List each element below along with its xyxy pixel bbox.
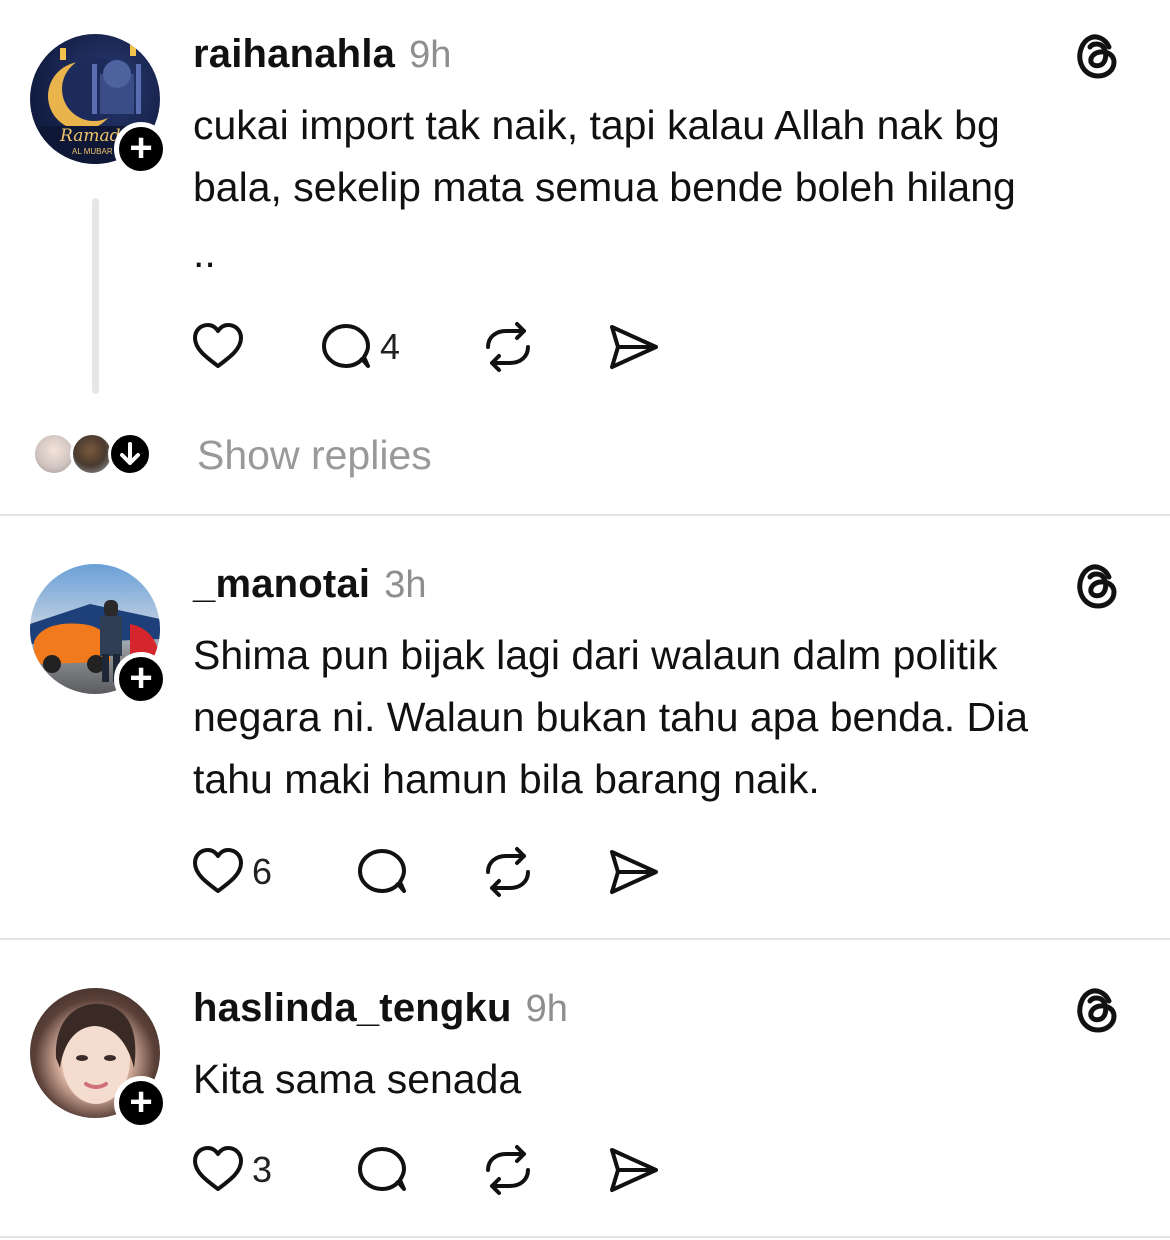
post-text-line: bala, sekelip mata semua bende boleh hil…: [193, 164, 1016, 210]
like-count: 3: [252, 1149, 273, 1190]
post-text: cukai import tak naik, tapi kalau Allah …: [193, 94, 1143, 284]
heart-icon: [193, 323, 243, 368]
avatar-text: Ramad: [60, 126, 121, 146]
show-replies-link[interactable]: Show replies: [197, 432, 432, 479]
reply-count: 4: [380, 326, 401, 367]
follow-button[interactable]: +: [114, 122, 168, 176]
username[interactable]: haslinda_tengku: [193, 986, 512, 1031]
heart-icon: [193, 1146, 243, 1191]
repost-icon: [486, 1145, 530, 1195]
post-header: raihanahla 9h: [193, 32, 451, 82]
thread-line: [92, 198, 99, 394]
avatar-container[interactable]: +: [30, 988, 168, 1130]
timestamp: 9h: [409, 34, 452, 76]
send-icon: [610, 1148, 658, 1192]
threads-logo-icon[interactable]: [1074, 984, 1120, 1034]
comment-icon: [358, 1147, 406, 1191]
share-button[interactable]: [606, 319, 662, 375]
post-header: haslinda_tengku 9h: [193, 986, 568, 1036]
repost-icon: [486, 322, 530, 372]
like-count: 6: [252, 851, 273, 892]
follow-button[interactable]: +: [114, 652, 168, 706]
avatar-subtext: AL MUBAR: [72, 147, 113, 156]
avatar-container[interactable]: Ramad AL MUBAR +: [30, 34, 168, 176]
post-text-line: negara ni. Walaun bukan tahu apa benda. …: [193, 694, 1029, 740]
like-button[interactable]: [190, 319, 246, 375]
repost-button[interactable]: [480, 319, 536, 375]
repost-button[interactable]: [480, 844, 536, 900]
divider: [0, 1236, 1170, 1238]
post-text-line: Shima pun bijak lagi dari walaun dalm po…: [193, 632, 998, 678]
plus-icon: +: [129, 126, 153, 170]
comment-icon: [322, 324, 370, 368]
post-raihanahla: Ramad AL MUBAR + raihanahla 9h cukai imp…: [0, 0, 1170, 514]
comment-icon: [358, 849, 406, 893]
share-button[interactable]: [606, 1142, 662, 1198]
heart-icon: [193, 848, 243, 893]
plus-icon: +: [129, 1080, 153, 1124]
avatar-container[interactable]: +: [30, 564, 168, 706]
reply-avatars[interactable]: [32, 432, 162, 480]
post-text-line: cukai import tak naik, tapi kalau Allah …: [193, 102, 1000, 148]
timestamp: 9h: [525, 988, 568, 1030]
reply-button[interactable]: [354, 844, 410, 900]
share-button[interactable]: [606, 844, 662, 900]
show-replies-arrow: [108, 432, 152, 476]
follow-button[interactable]: +: [114, 1076, 168, 1130]
repost-icon: [486, 847, 530, 897]
send-icon: [610, 850, 658, 894]
username[interactable]: _manotai: [193, 562, 370, 607]
post-haslinda-tengku: + haslinda_tengku 9h Kita sama senada 3: [0, 940, 1170, 1240]
threads-logo-icon[interactable]: [1074, 560, 1120, 610]
post-text-line: tahu maki hamun bila barang naik.: [193, 756, 820, 802]
threads-logo-icon[interactable]: [1074, 30, 1120, 80]
post-text-line: ..: [193, 230, 216, 276]
send-icon: [610, 325, 658, 369]
post-text-line: Kita sama senada: [193, 1056, 522, 1102]
like-button[interactable]: 3: [190, 1142, 272, 1198]
post-manotai: + _manotai 3h Shima pun bijak lagi dari …: [0, 516, 1170, 940]
username[interactable]: raihanahla: [193, 32, 395, 77]
like-button[interactable]: 6: [190, 844, 272, 900]
post-header: _manotai 3h: [193, 562, 427, 612]
post-text: Shima pun bijak lagi dari walaun dalm po…: [193, 624, 1143, 810]
timestamp: 3h: [384, 564, 427, 606]
post-text: Kita sama senada: [193, 1048, 1143, 1110]
repost-button[interactable]: [480, 1142, 536, 1198]
reply-button[interactable]: 4: [318, 319, 400, 375]
plus-icon: +: [129, 656, 153, 700]
arrow-down-icon: [120, 442, 140, 465]
reply-button[interactable]: [354, 1142, 410, 1198]
